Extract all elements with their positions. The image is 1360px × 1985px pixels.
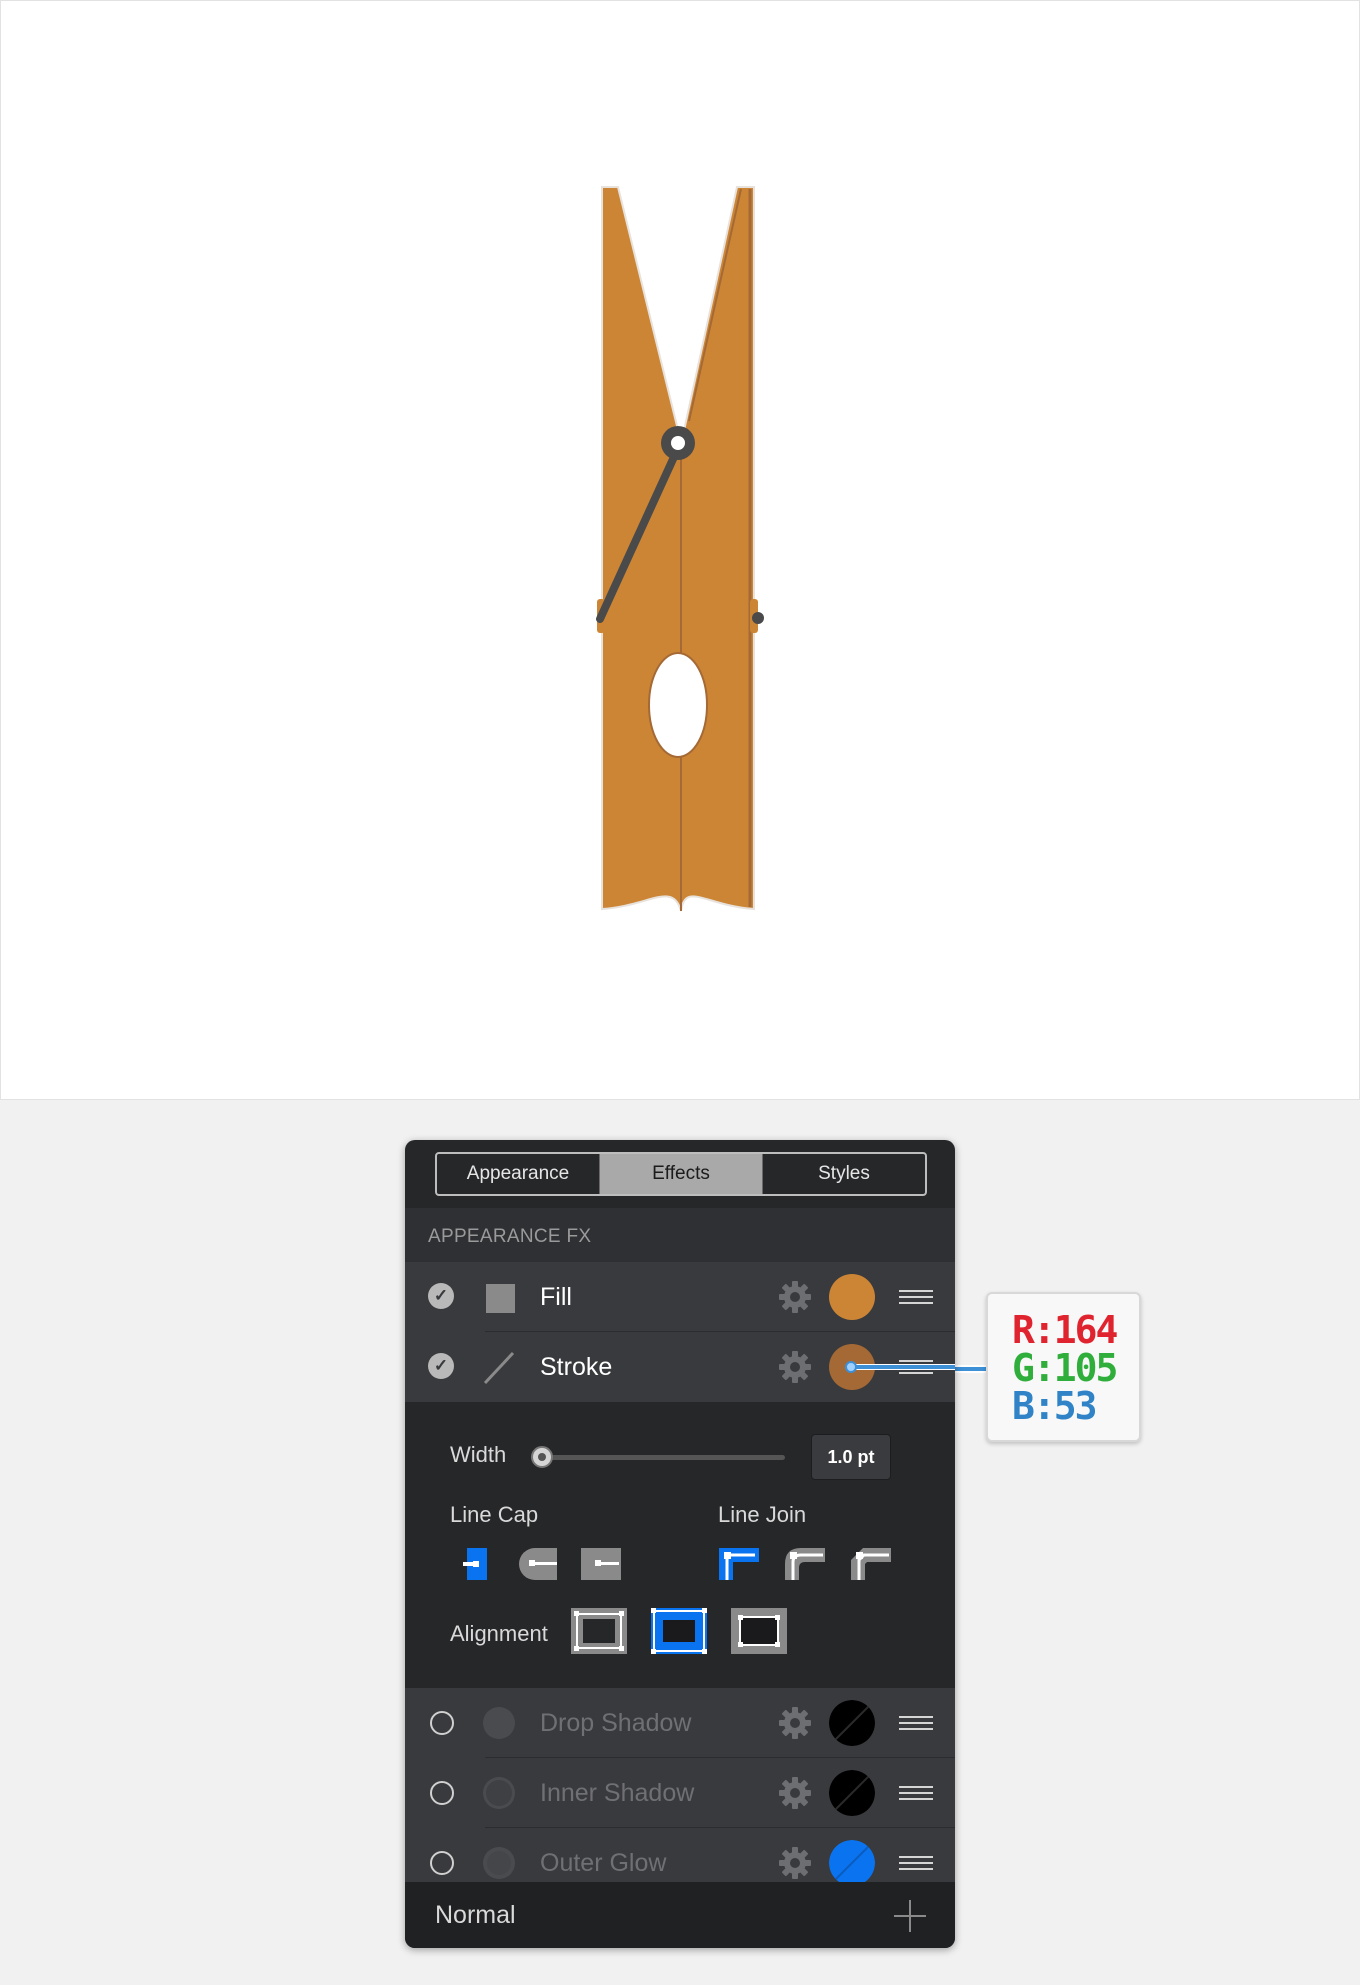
- width-value-field[interactable]: 1.0 pt: [811, 1434, 891, 1480]
- fx-row-drop-shadow[interactable]: Drop Shadow: [405, 1688, 955, 1758]
- width-slider-knob[interactable]: [531, 1446, 553, 1468]
- color-swatch-outer-glow[interactable]: [829, 1840, 875, 1886]
- panel-tab-bar: Appearance Effects Styles: [435, 1152, 927, 1196]
- width-label: Width: [450, 1442, 507, 1467]
- stroke-settings: Width 1.0 pt Line Cap Line Join Alignmen…: [405, 1402, 955, 1688]
- gear-icon[interactable]: [778, 1350, 812, 1384]
- add-effect-icon[interactable]: [894, 1900, 926, 1932]
- round-join-icon[interactable]: [785, 1546, 825, 1582]
- tab-styles[interactable]: Styles: [762, 1154, 925, 1194]
- stroke-line-icon: [483, 1351, 515, 1385]
- projecting-cap-icon[interactable]: [581, 1546, 621, 1582]
- gear-icon[interactable]: [778, 1776, 812, 1810]
- clothespin-left-jaw: [601, 186, 682, 912]
- drag-handle-icon[interactable]: [899, 1784, 933, 1802]
- blend-mode-select[interactable]: Normal: [435, 1882, 516, 1948]
- shadow-circle-icon: [483, 1707, 515, 1739]
- round-cap-icon[interactable]: [517, 1546, 557, 1582]
- fx-row-inner-shadow[interactable]: Inner Shadow: [405, 1758, 955, 1828]
- align-inside-icon[interactable]: [571, 1608, 627, 1654]
- fx-label-drop-shadow: Drop Shadow: [540, 1709, 692, 1737]
- gear-icon[interactable]: [778, 1706, 812, 1740]
- line-cap-label: Line Cap: [450, 1502, 539, 1527]
- clothespin-illustration[interactable]: [1, 1, 1359, 1099]
- checkmark-icon[interactable]: ✓: [428, 1353, 454, 1379]
- bevel-join-icon[interactable]: [851, 1546, 891, 1582]
- panel-footer: Normal: [405, 1882, 955, 1948]
- align-outside-icon[interactable]: [731, 1608, 787, 1654]
- unchecked-circle-icon[interactable]: [430, 1711, 454, 1735]
- fx-label-inner-shadow: Inner Shadow: [540, 1779, 695, 1807]
- color-swatch-drop-shadow[interactable]: [829, 1700, 875, 1746]
- inner-shadow-circle-icon: [483, 1777, 515, 1809]
- fill-square-icon: [486, 1284, 515, 1313]
- alignment-label: Alignment: [450, 1621, 548, 1646]
- appearance-effects-panel: Appearance Effects Styles APPEARANCE FX …: [405, 1140, 955, 1948]
- fx-row-fill[interactable]: ✓ Fill: [405, 1262, 955, 1332]
- section-title: APPEARANCE FX: [405, 1208, 955, 1262]
- checkmark-icon[interactable]: ✓: [428, 1283, 454, 1309]
- rgb-blue-value: B:53: [1012, 1384, 1098, 1428]
- unchecked-circle-icon[interactable]: [430, 1851, 454, 1875]
- unchecked-circle-icon[interactable]: [430, 1781, 454, 1805]
- fx-label-fill: Fill: [540, 1283, 572, 1311]
- color-swatch-inner-shadow[interactable]: [829, 1770, 875, 1816]
- drag-handle-icon[interactable]: [899, 1288, 933, 1306]
- gear-icon[interactable]: [778, 1846, 812, 1880]
- width-slider-track[interactable]: [535, 1455, 785, 1460]
- align-center-icon[interactable]: [651, 1608, 707, 1654]
- drag-handle-icon[interactable]: [899, 1714, 933, 1732]
- clothespin-hole: [648, 652, 708, 758]
- glow-circle-icon: [483, 1847, 515, 1879]
- butt-cap-icon[interactable]: [463, 1546, 491, 1582]
- fx-row-stroke[interactable]: ✓ Stroke: [405, 1332, 955, 1402]
- artboard-canvas[interactable]: [0, 0, 1360, 1100]
- gear-icon[interactable]: [778, 1280, 812, 1314]
- callout-leader-start: [845, 1361, 955, 1373]
- fx-label-stroke: Stroke: [540, 1353, 613, 1381]
- tab-appearance[interactable]: Appearance: [437, 1154, 599, 1194]
- miter-join-icon[interactable]: [719, 1546, 759, 1582]
- drag-handle-icon[interactable]: [899, 1854, 933, 1872]
- color-swatch-fill[interactable]: [829, 1274, 875, 1320]
- tab-effects[interactable]: Effects: [599, 1154, 762, 1194]
- line-join-label: Line Join: [718, 1502, 807, 1527]
- rgb-color-callout: R:164 G:105 B:53: [986, 1292, 1141, 1442]
